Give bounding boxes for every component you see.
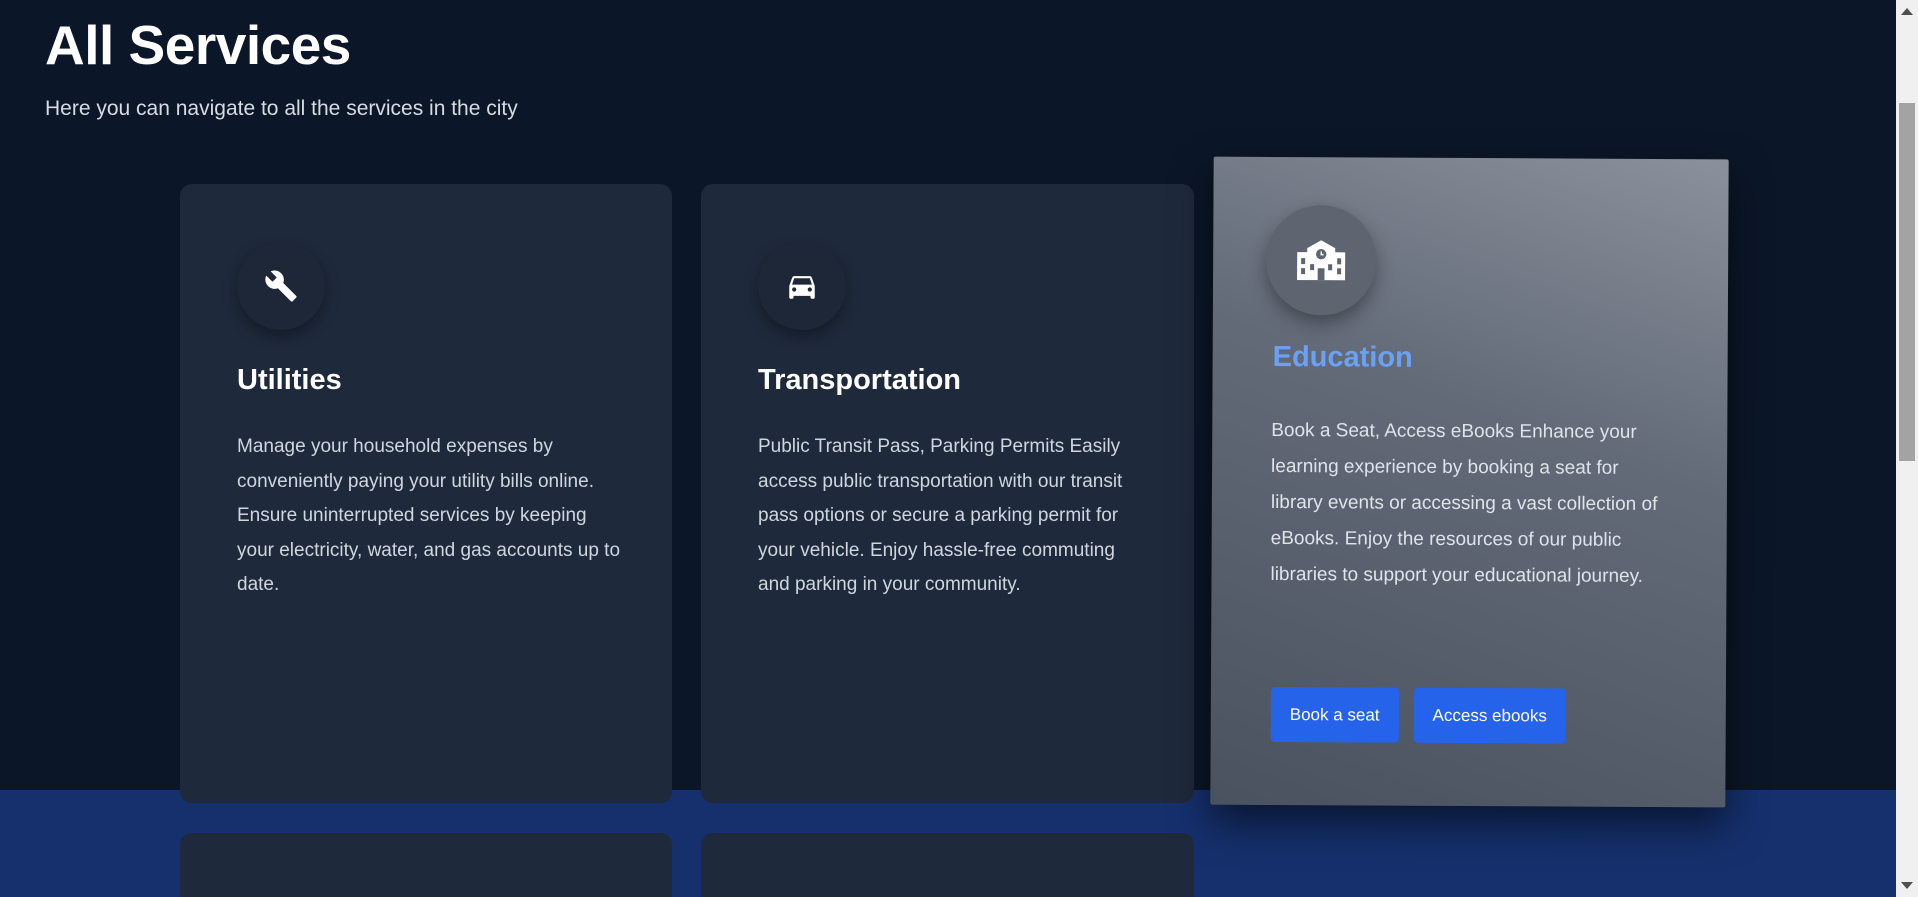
page-subtitle: Here you can navigate to all the service… xyxy=(45,97,518,120)
service-card-transportation[interactable]: Transportation Public Transit Pass, Park… xyxy=(701,184,1194,803)
service-card-partial[interactable] xyxy=(701,833,1194,897)
service-card-partial[interactable] xyxy=(180,833,672,897)
card-title: Education xyxy=(1272,340,1413,374)
book-seat-button[interactable]: Book a seat xyxy=(1270,686,1399,743)
school-icon xyxy=(1265,204,1377,316)
school-icon-glyph xyxy=(1297,240,1346,281)
access-ebooks-button[interactable]: Access ebooks xyxy=(1413,687,1567,744)
wrench-icon xyxy=(237,242,325,330)
card-title: Transportation xyxy=(758,364,962,396)
car-icon xyxy=(758,242,846,330)
service-card-utilities[interactable]: Utilities Manage your household expenses… xyxy=(180,184,672,803)
page-title: All Services xyxy=(45,14,351,76)
card-description: Public Transit Pass, Parking Permits Eas… xyxy=(758,436,1123,595)
scroll-up-arrow-icon[interactable] xyxy=(1901,8,1913,15)
scrollbar-thumb[interactable] xyxy=(1899,103,1915,461)
wrench-icon-glyph xyxy=(265,270,297,302)
page-header: All Services Here you can navigate to al… xyxy=(45,12,518,122)
scroll-down-arrow-icon[interactable] xyxy=(1901,882,1913,889)
card-title: Utilities xyxy=(237,364,342,396)
vertical-scrollbar[interactable] xyxy=(1896,0,1918,897)
card-description: Book a Seat, Access eBooks Enhance your … xyxy=(1270,419,1658,587)
services-page: All Services Here you can navigate to al… xyxy=(0,0,1918,897)
card-actions: Book a seat Access ebooks xyxy=(1270,686,1567,744)
service-card-education[interactable]: Education Book a Seat, Access eBooks Enh… xyxy=(1210,156,1729,808)
card-description: Manage your household expenses by conven… xyxy=(237,436,621,595)
car-icon-glyph xyxy=(789,276,815,299)
